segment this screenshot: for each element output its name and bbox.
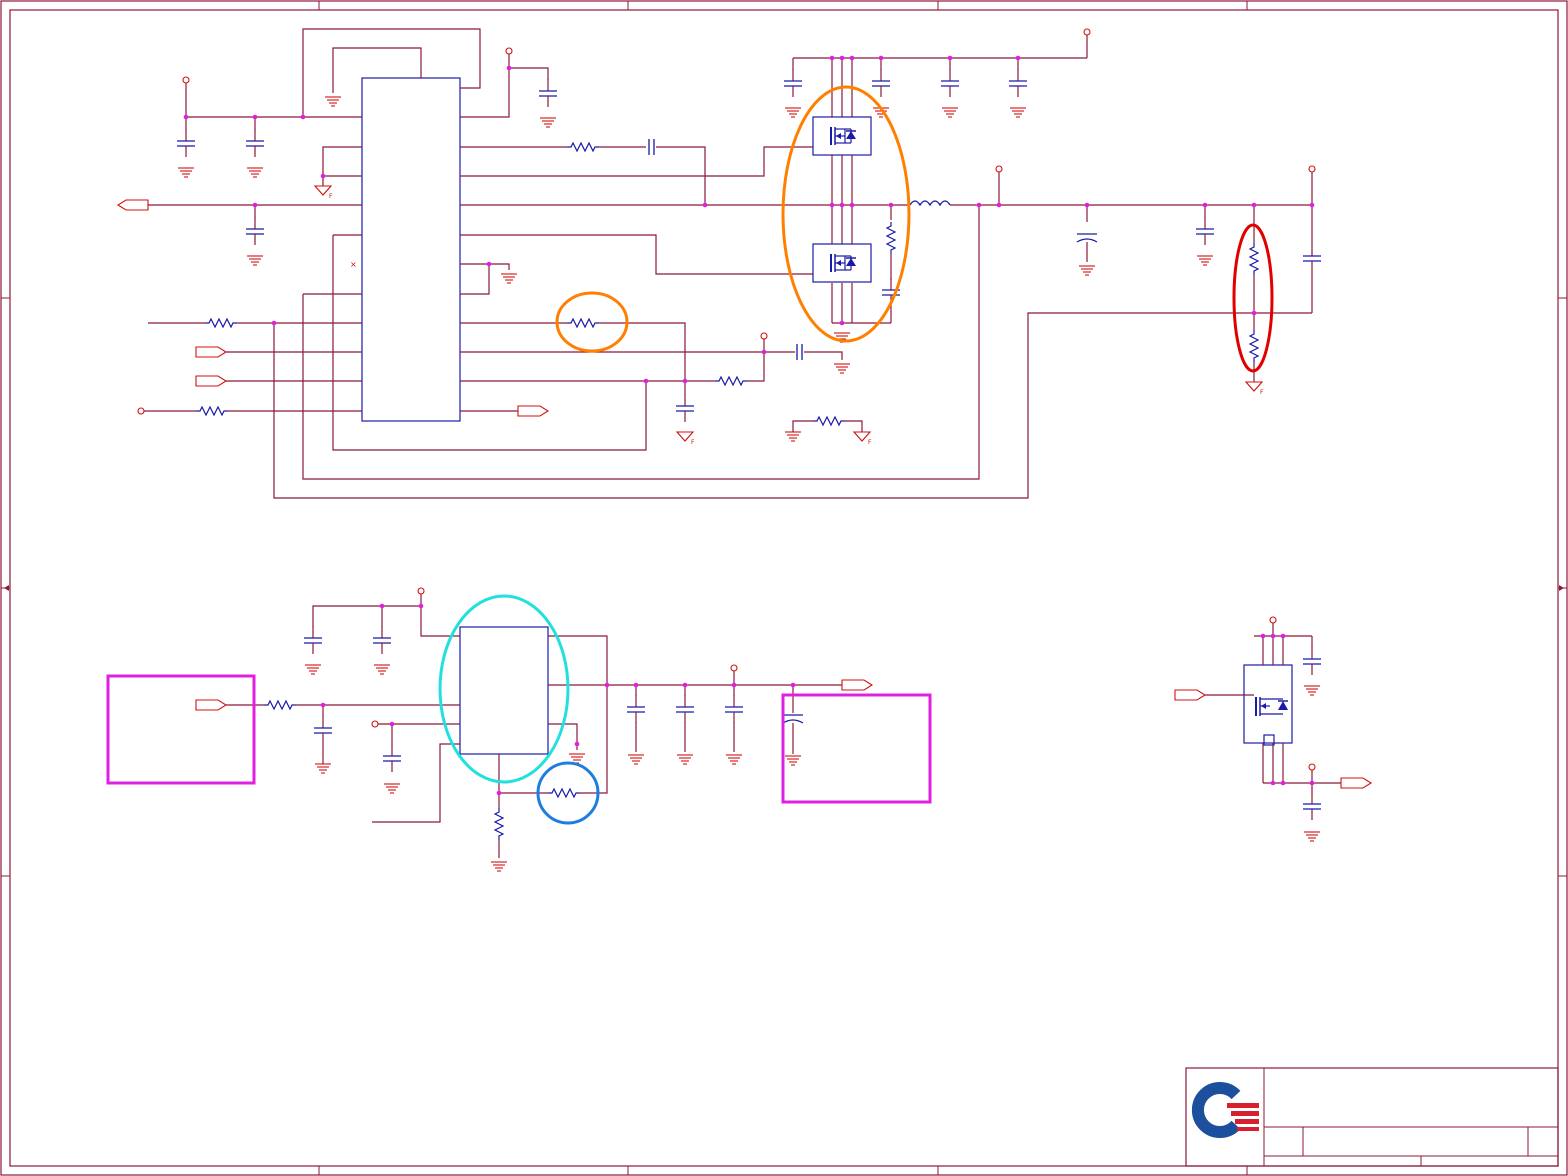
- input-note-box: [106, 674, 256, 785]
- schematic-canvas: F ×: [0, 0, 1568, 1176]
- load-switch-circuit: [1174, 616, 1372, 842]
- title-block: [1185, 1067, 1559, 1167]
- upper-series-resistor-highlight: [555, 291, 629, 353]
- high-side-mosfet-icon: [812, 116, 872, 156]
- upper-controller-ic: [361, 77, 461, 422]
- company-logo-icon: [1191, 1082, 1259, 1138]
- sheet-frame: [0, 0, 1568, 1176]
- upper-mosfet-pair-highlight: [781, 85, 911, 343]
- low-side-mosfet-icon: [812, 243, 872, 283]
- upper-controller-circuit: ×: [117, 28, 1322, 499]
- lower-regulator-circuit: [195, 587, 873, 872]
- svg-text:×: ×: [350, 260, 357, 269]
- lower-regulator-ic: [459, 626, 549, 755]
- output-note-box: [781, 693, 932, 804]
